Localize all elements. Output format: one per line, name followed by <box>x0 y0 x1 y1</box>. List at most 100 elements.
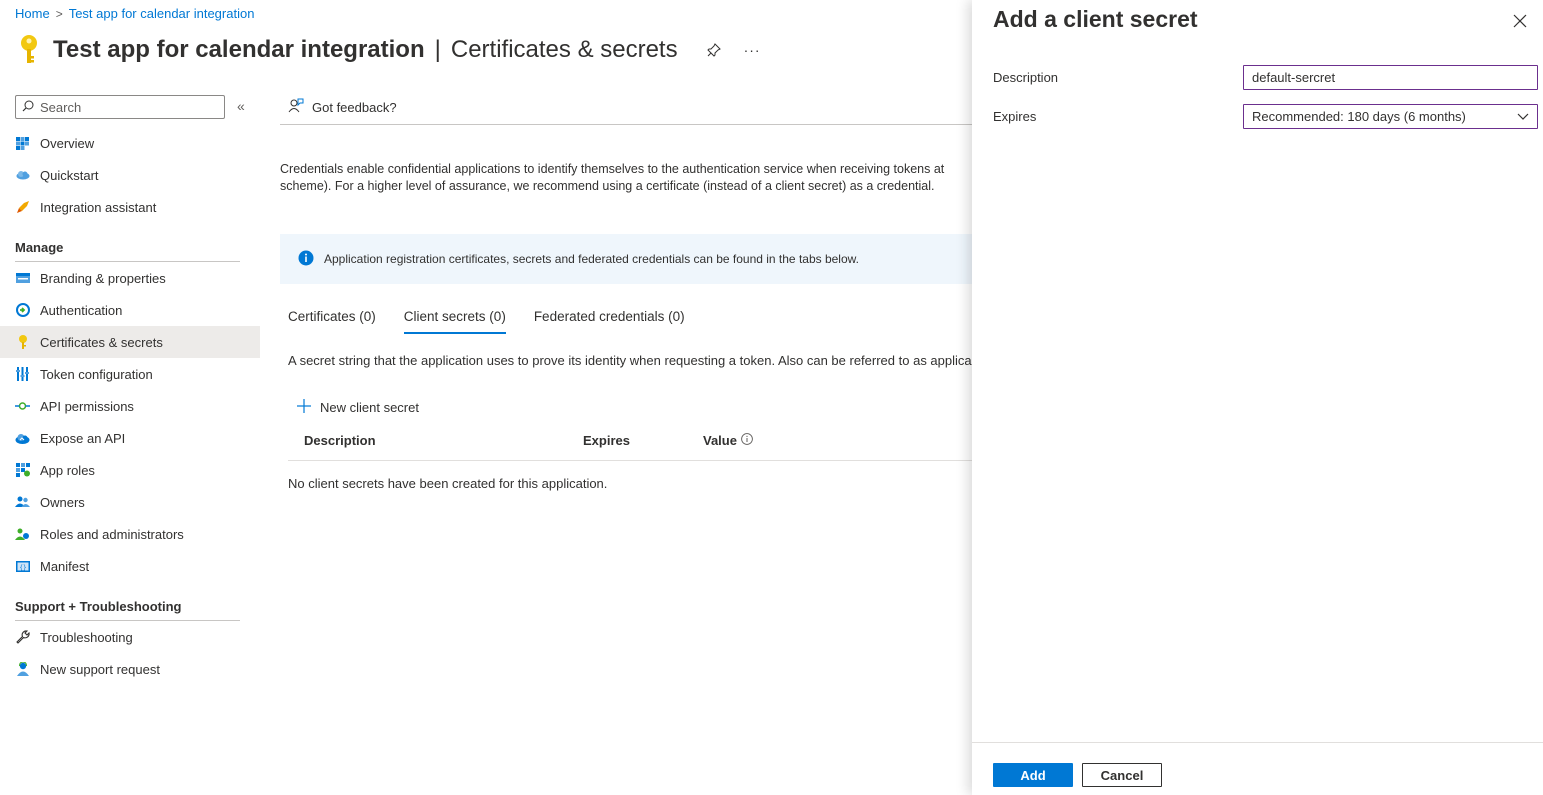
title-separator: | <box>434 36 441 63</box>
expires-selected-value: Recommended: 180 days (6 months) <box>1252 109 1466 124</box>
column-header-value[interactable]: Value <box>703 433 753 448</box>
info-circle-icon[interactable] <box>741 433 753 448</box>
key-icon <box>15 32 43 68</box>
sidebar-item-authentication[interactable]: Authentication <box>0 294 260 326</box>
owners-icon <box>15 495 30 510</box>
column-header-expires[interactable]: Expires <box>583 433 630 448</box>
overview-grid-icon <box>15 136 30 151</box>
sidebar-item-troubleshooting[interactable]: Troubleshooting <box>0 621 260 653</box>
pin-icon[interactable] <box>706 42 722 58</box>
sidebar-item-expose-api[interactable]: Expose an API <box>0 422 260 454</box>
expires-dropdown[interactable]: Recommended: 180 days (6 months) <box>1243 104 1538 129</box>
page-header: Test app for calendar integration | Cert… <box>15 32 761 68</box>
sidebar-item-manifest[interactable]: {} Manifest <box>0 550 260 582</box>
sidebar-item-quickstart[interactable]: Quickstart <box>0 159 260 191</box>
sidebar-item-token-configuration[interactable]: Token configuration <box>0 358 260 390</box>
sidebar-item-roles-administrators[interactable]: Roles and administrators <box>0 518 260 550</box>
breadcrumb-app-link[interactable]: Test app for calendar integration <box>69 6 255 21</box>
main-content: Got feedback? Credentials enable confide… <box>280 95 980 491</box>
info-text: Application registration certificates, s… <box>324 252 859 266</box>
api-permissions-icon <box>15 399 30 414</box>
sidebar-item-label: Expose an API <box>40 430 126 446</box>
feedback-icon <box>288 98 304 117</box>
info-icon <box>298 250 314 269</box>
column-header-value-label: Value <box>703 433 737 448</box>
column-header-description[interactable]: Description <box>304 433 376 448</box>
sidebar-item-label: New support request <box>40 661 160 677</box>
sidebar-item-label: Token configuration <box>40 366 153 382</box>
tab-client-secrets[interactable]: Client secrets (0) <box>403 309 506 334</box>
credentials-description: Credentials enable confidential applicat… <box>280 161 980 195</box>
feedback-label: Got feedback? <box>312 99 397 115</box>
sidebar-item-api-permissions[interactable]: API permissions <box>0 390 260 422</box>
sidebar-item-label: Quickstart <box>40 167 99 183</box>
info-banner: Application registration certificates, s… <box>280 234 980 284</box>
rocket-icon <box>15 200 30 215</box>
roles-admin-icon <box>15 527 30 542</box>
new-client-secret-button[interactable]: New client secret <box>296 398 419 417</box>
more-options-icon[interactable]: ··· <box>744 42 761 58</box>
support-person-icon <box>15 662 30 677</box>
sidebar-item-new-support-request[interactable]: New support request <box>0 653 260 685</box>
cloud-api-icon <box>15 431 30 446</box>
sidebar-nav: Overview Quickstart Integration assistan… <box>0 127 260 685</box>
support-section-header: Support + Troubleshooting <box>15 599 182 614</box>
description-field-label: Description <box>993 70 1059 85</box>
manage-section-header: Manage <box>15 240 64 255</box>
close-icon[interactable] <box>1511 12 1529 30</box>
secrets-table-header: Description Expires Value <box>288 433 980 461</box>
add-client-secret-panel: Add a client secret Description Expires … <box>972 0 1543 795</box>
page-title: Test app for calendar integration <box>53 36 425 63</box>
sidebar-item-integration-assistant[interactable]: Integration assistant <box>0 191 260 223</box>
sidebar-item-branding[interactable]: Branding & properties <box>0 262 260 294</box>
sidebar-item-label: App roles <box>40 462 95 478</box>
description-line: scheme). For a higher level of assurance… <box>280 179 935 193</box>
branding-icon <box>15 271 30 286</box>
client-secrets-description: A secret string that the application use… <box>288 353 972 368</box>
manifest-icon: {} <box>15 559 30 574</box>
sidebar-item-certificates-secrets[interactable]: Certificates & secrets <box>0 326 260 358</box>
sidebar-item-label: Branding & properties <box>40 270 166 286</box>
sidebar-item-label: Integration assistant <box>40 199 157 215</box>
tab-federated-credentials[interactable]: Federated credentials (0) <box>534 309 685 334</box>
chevron-down-icon <box>1517 109 1529 124</box>
plus-icon <box>296 398 312 417</box>
sidebar-item-owners[interactable]: Owners <box>0 486 260 518</box>
cloud-icon <box>15 168 30 183</box>
app-roles-icon <box>15 463 30 478</box>
add-button[interactable]: Add <box>993 763 1073 787</box>
collapse-sidebar-icon[interactable]: « <box>237 98 245 114</box>
search-input[interactable] <box>40 99 210 115</box>
toolbar-divider <box>280 124 980 125</box>
description-line: Credentials enable confidential applicat… <box>280 162 945 176</box>
sidebar-item-label: Troubleshooting <box>40 629 133 645</box>
panel-title: Add a client secret <box>993 6 1198 32</box>
page-subtitle: Certificates & secrets <box>450 36 678 63</box>
tab-bar: Certificates (0) Client secrets (0) Fede… <box>288 309 685 334</box>
breadcrumb-home-link[interactable]: Home <box>15 6 50 21</box>
token-icon <box>15 367 30 382</box>
panel-footer-divider <box>972 742 1543 743</box>
sidebar-item-overview[interactable]: Overview <box>0 127 260 159</box>
sidebar-item-label: API permissions <box>40 398 134 414</box>
breadcrumb-separator: > <box>55 6 63 21</box>
svg-text:{}: {} <box>19 564 26 571</box>
breadcrumb: Home > Test app for calendar integration <box>15 6 254 21</box>
sidebar-item-label: Certificates & secrets <box>40 334 163 350</box>
sidebar-item-label: Manifest <box>40 558 90 574</box>
cancel-button[interactable]: Cancel <box>1082 763 1162 787</box>
search-icon <box>22 100 34 115</box>
sidebar-item-label: Overview <box>40 135 95 151</box>
wrench-icon <box>15 630 30 645</box>
sidebar-item-label: Roles and administrators <box>40 526 184 542</box>
new-client-secret-label: New client secret <box>320 400 419 415</box>
authentication-icon <box>15 303 30 318</box>
sidebar-item-label: Owners <box>40 494 85 510</box>
sidebar-search[interactable] <box>15 95 225 119</box>
tab-certificates[interactable]: Certificates (0) <box>288 309 376 334</box>
key-icon <box>15 334 30 350</box>
empty-table-message: No client secrets have been created for … <box>288 476 608 491</box>
description-field[interactable] <box>1243 65 1538 90</box>
sidebar-item-app-roles[interactable]: App roles <box>0 454 260 486</box>
feedback-button[interactable]: Got feedback? <box>280 95 980 119</box>
